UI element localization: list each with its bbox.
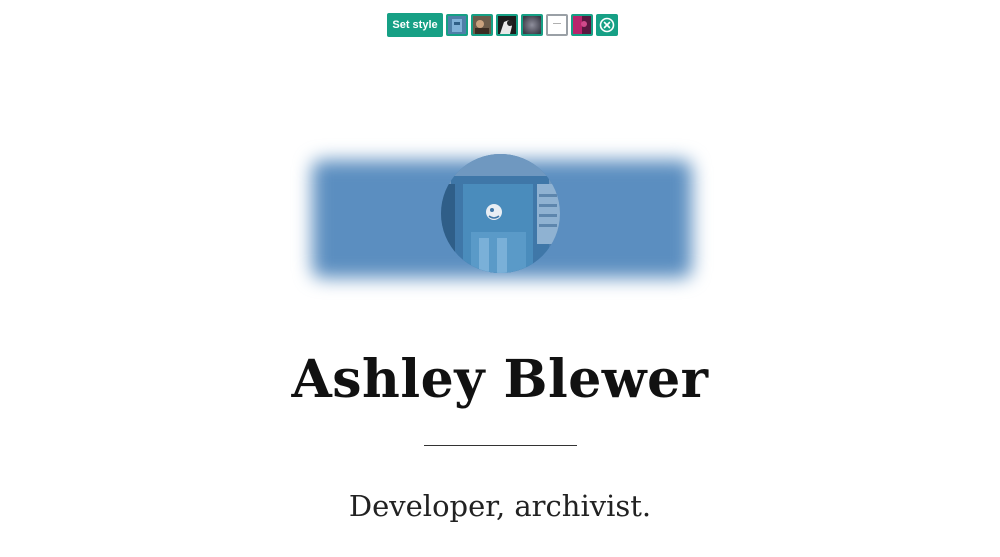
building-thumbnail-icon — [448, 16, 466, 34]
hero-header — [300, 140, 720, 290]
set-style-button[interactable]: Set style — [387, 13, 443, 37]
style-swatch-5[interactable] — [546, 14, 568, 36]
close-circle-icon — [599, 17, 615, 33]
title-divider — [424, 445, 577, 446]
silhouette-thumbnail-icon — [498, 16, 516, 34]
site-title: Ashley Blewer — [291, 349, 709, 410]
portrait-thumbnail-icon — [473, 16, 491, 34]
blank-page-thumbnail-icon — [548, 16, 566, 34]
profile-photo-icon — [441, 154, 560, 273]
site-tagline: Developer, archivist. — [348, 489, 652, 523]
style-swatch-3[interactable] — [496, 14, 518, 36]
style-swatch-4[interactable] — [521, 14, 543, 36]
avatar — [441, 154, 560, 273]
magenta-photo-thumbnail-icon — [573, 16, 591, 34]
style-swatch-6[interactable] — [571, 14, 593, 36]
close-toolbar-button[interactable] — [596, 14, 618, 36]
style-swatch-1[interactable] — [446, 14, 468, 36]
gradient-thumbnail-icon — [523, 16, 541, 34]
style-swatch-2[interactable] — [471, 14, 493, 36]
style-toolbar: Set style — [387, 13, 618, 37]
